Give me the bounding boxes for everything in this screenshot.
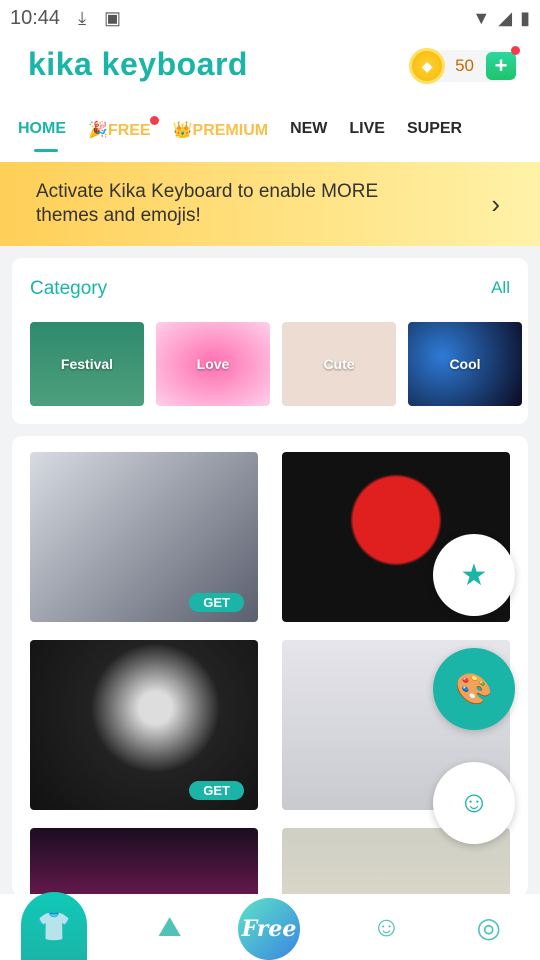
diy-palette-fab[interactable]: 🎨 xyxy=(433,648,515,730)
nav-profile[interactable]: ◎ xyxy=(464,902,514,952)
category-cute[interactable]: Cute xyxy=(282,322,396,406)
add-coins-button[interactable]: + xyxy=(486,46,520,80)
category-title: Category xyxy=(30,278,108,299)
nav-free[interactable]: Free xyxy=(238,898,300,960)
category-love[interactable]: Love xyxy=(156,322,270,406)
theme-badge-fab[interactable]: ★ xyxy=(433,534,515,616)
app-header: kika keyboard ◆ 50 + HOME 🎉FREE 👑PREMIUM… xyxy=(0,36,540,162)
coin-count: 50 xyxy=(455,56,474,75)
sticker-fab[interactable]: ☺ xyxy=(433,762,515,844)
signal-icon: ◢ xyxy=(498,7,513,28)
smile-folder-icon: ☺ xyxy=(458,786,490,819)
nav-themes[interactable]: 👕 xyxy=(21,892,87,960)
nav-wallpaper[interactable]: ⛰ xyxy=(145,902,195,952)
tab-free-label: 🎉FREE xyxy=(88,122,151,139)
app-logo: kika keyboard xyxy=(28,46,248,82)
wifi-icon: ▼ xyxy=(472,7,491,28)
download-icon: ⤓ xyxy=(78,7,87,28)
get-button[interactable]: GET xyxy=(189,593,244,612)
profile-icon: ◎ xyxy=(476,911,501,943)
notification-dot xyxy=(511,46,520,55)
category-card: Category All Festival Love Cute Cool xyxy=(12,258,528,424)
tab-new[interactable]: NEW xyxy=(290,120,327,148)
category-cool[interactable]: Cool xyxy=(408,322,522,406)
theme-dark-anime[interactable]: GET xyxy=(30,640,258,810)
keyboard-a-icon: ▣ xyxy=(104,7,122,28)
tab-home[interactable]: HOME xyxy=(18,120,66,152)
tab-live[interactable]: LIVE xyxy=(349,120,385,148)
palette-icon: 🎨 xyxy=(455,672,493,706)
tab-free[interactable]: 🎉FREE xyxy=(88,116,159,148)
theme-pink-devil[interactable] xyxy=(30,828,258,896)
battery-icon: ▮ xyxy=(520,7,530,28)
diamond-coin-icon: ◆ xyxy=(409,48,446,84)
activate-banner[interactable]: Activate Kika Keyboard to enable MORE th… xyxy=(0,162,540,246)
status-bar: 10:44 ⤓ ▣ ▼ ◢ ▮ xyxy=(0,0,540,36)
chevron-right-icon: › xyxy=(491,189,500,219)
category-festival[interactable]: Festival xyxy=(30,322,144,406)
tab-super[interactable]: SUPER xyxy=(407,120,462,148)
category-all-link[interactable]: All xyxy=(491,278,510,298)
get-button[interactable]: GET xyxy=(189,781,244,800)
notification-dot xyxy=(149,116,159,125)
star-badge-icon: ★ xyxy=(460,558,488,592)
clock: 10:44 xyxy=(10,6,61,29)
theme-forever[interactable]: GET xyxy=(30,452,258,622)
tshirt-heart-icon: 👕 xyxy=(36,910,72,942)
tab-premium[interactable]: 👑PREMIUM xyxy=(173,120,268,148)
banner-text: Activate Kika Keyboard to enable MORE th… xyxy=(36,181,379,226)
wallpaper-icon: ⛰ xyxy=(157,910,182,942)
emoji-icon: ☺ xyxy=(372,911,401,942)
coin-balance[interactable]: ◆ 50 + xyxy=(409,46,520,84)
tab-bar: HOME 🎉FREE 👑PREMIUM NEW LIVE SUPER xyxy=(18,116,532,152)
nav-emoji[interactable]: ☺ xyxy=(361,902,411,952)
